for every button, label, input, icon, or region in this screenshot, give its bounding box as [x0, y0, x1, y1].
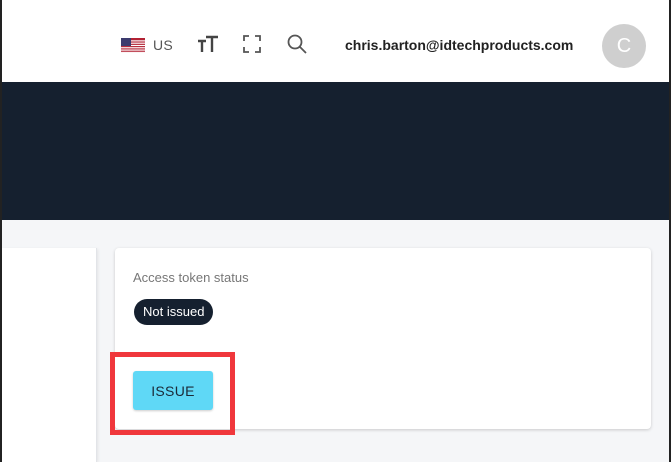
- status-badge: Not issued: [134, 299, 214, 325]
- search-icon[interactable]: [286, 33, 308, 55]
- top-bar-actions: US chris.barton@idtechproducts.com C: [2, 24, 669, 68]
- user-email[interactable]: chris.barton@idtechproducts.com: [345, 37, 573, 53]
- avatar[interactable]: C: [602, 24, 646, 68]
- access-token-status-label: Access token status: [133, 270, 249, 285]
- top-bar: US chris.barton@idtechproducts.com C: [2, 0, 669, 82]
- issue-button[interactable]: ISSUE: [133, 371, 213, 410]
- locale-label[interactable]: US: [153, 37, 173, 53]
- page-header-banner: [2, 82, 669, 220]
- font-size-icon[interactable]: [197, 34, 219, 56]
- fullscreen-icon[interactable]: [243, 35, 261, 53]
- left-panel-card: [2, 248, 97, 462]
- us-flag-icon[interactable]: [121, 38, 145, 53]
